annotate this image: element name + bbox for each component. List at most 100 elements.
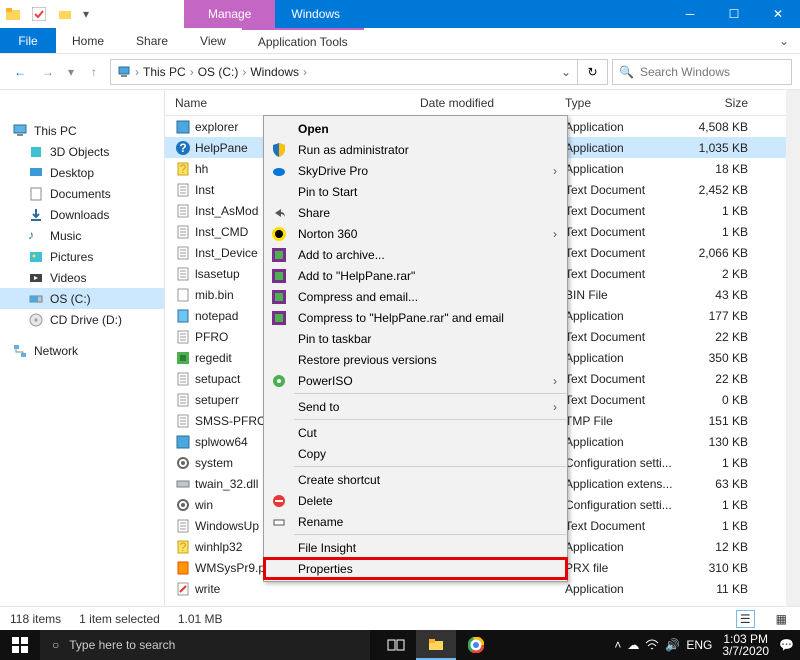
up-button[interactable]: ↑ [82, 60, 106, 84]
taskbar: ○Type here to search ˄ ☁ 🔊 ENG 1:03 PM3/… [0, 630, 800, 660]
sidebar-item-cddrive[interactable]: CD Drive (D:) [0, 309, 164, 330]
close-button[interactable]: ✕ [756, 0, 800, 28]
column-size[interactable]: Size [683, 96, 763, 110]
column-name[interactable]: Name [165, 96, 420, 110]
address-bar[interactable]: › This PC› OS (C:)› Windows› ⌄ [110, 59, 578, 85]
tray-notifications-icon[interactable]: 💬 [779, 638, 794, 652]
ribbon-tab-view[interactable]: View [184, 28, 242, 53]
tray-onedrive-icon[interactable]: ☁ [627, 638, 639, 652]
ctx-rename[interactable]: Rename [264, 511, 567, 532]
refresh-button[interactable]: ↻ [578, 59, 608, 85]
separator [294, 466, 566, 467]
ctx-add-to-helppane-rar[interactable]: Add to "HelpPane.rar" [264, 265, 567, 286]
ctx-pin-to-taskbar[interactable]: Pin to taskbar [264, 328, 567, 349]
tray-clock[interactable]: 1:03 PM3/7/2020 [718, 633, 773, 657]
ctx-run-as-admin[interactable]: Run as administrator [264, 139, 567, 160]
search-box[interactable]: 🔍 Search Windows [612, 59, 792, 85]
ribbon-tab-home[interactable]: Home [56, 28, 120, 53]
minimize-button[interactable]: ─ [668, 0, 712, 28]
ribbon-tab-application-tools[interactable]: Application Tools [242, 28, 364, 53]
ctx-compress-email[interactable]: Compress and email... [264, 286, 567, 307]
sidebar-item-videos[interactable]: Videos [0, 267, 164, 288]
chevron-right-icon: › [553, 227, 557, 241]
sidebar-item-downloads[interactable]: Downloads [0, 204, 164, 225]
ctx-share[interactable]: Share [264, 202, 567, 223]
pc-icon [117, 65, 131, 79]
ctx-norton-360[interactable]: Norton 360› [264, 223, 567, 244]
ctx-pin-to-start[interactable]: Pin to Start [264, 181, 567, 202]
tray-expand-icon[interactable]: ˄ [614, 638, 621, 652]
tray-language[interactable]: ENG [686, 638, 712, 652]
separator [294, 534, 566, 535]
breadcrumb-windows[interactable]: Windows [250, 65, 299, 79]
ctx-skydrive-pro[interactable]: SkyDrive Pro› [264, 160, 567, 181]
tray-wifi-icon[interactable] [645, 639, 659, 651]
breadcrumb-osc[interactable]: OS (C:) [198, 65, 239, 79]
ctx-copy[interactable]: Copy [264, 443, 567, 464]
chevron-right-icon: › [553, 164, 557, 178]
svg-text:?: ? [179, 141, 186, 155]
ctx-compress-helppane-email[interactable]: Compress to "HelpPane.rar" and email [264, 307, 567, 328]
task-view-icon[interactable] [376, 630, 416, 660]
svg-text:?: ? [180, 162, 187, 176]
maximize-button[interactable]: ☐ [712, 0, 756, 28]
status-bar: 118 items 1 item selected 1.01 MB ☰ ▦ [0, 606, 800, 630]
view-details-icon[interactable]: ☰ [736, 610, 755, 628]
status-selected: 1 item selected [79, 612, 160, 626]
ctx-restore-versions[interactable]: Restore previous versions [264, 349, 567, 370]
search-icon: 🔍 [619, 65, 634, 79]
context-menu: Open Run as administrator SkyDrive Pro› … [263, 115, 568, 582]
taskbar-search[interactable]: ○Type here to search [40, 630, 370, 660]
ctx-add-to-archive[interactable]: Add to archive... [264, 244, 567, 265]
qa-check-icon[interactable] [28, 3, 50, 25]
rename-icon [270, 513, 288, 531]
column-date[interactable]: Date modified [420, 96, 565, 110]
ribbon: File Home Share View Application Tools ⌄ [0, 28, 800, 54]
shield-icon [270, 141, 288, 159]
norton-icon [270, 225, 288, 243]
navigation-bar: ← → ▾ ↑ › This PC› OS (C:)› Windows› ⌄ ↻… [0, 54, 800, 90]
winrar-icon [270, 246, 288, 264]
column-headers: Name Date modified Type Size [165, 90, 800, 116]
ctx-properties[interactable]: Properties [264, 558, 567, 579]
ctx-cut[interactable]: Cut [264, 422, 567, 443]
contextual-tab-manage[interactable]: Manage [184, 0, 275, 28]
ctx-create-shortcut[interactable]: Create shortcut [264, 469, 567, 490]
sidebar-item-3d-objects[interactable]: 3D Objects [0, 141, 164, 162]
tray-volume-icon[interactable]: 🔊 [665, 638, 680, 652]
ctx-send-to[interactable]: Send to› [264, 396, 567, 417]
cloud-icon [270, 162, 288, 180]
sidebar-item-osc[interactable]: OS (C:) [0, 288, 164, 309]
sidebar-item-thispc[interactable]: This PC [0, 120, 164, 141]
ctx-open[interactable]: Open [264, 118, 567, 139]
ribbon-tab-file[interactable]: File [0, 28, 56, 53]
breadcrumb-thispc[interactable]: This PC [143, 65, 186, 79]
ctx-poweriso[interactable]: PowerISO› [264, 370, 567, 391]
scrollbar[interactable] [786, 90, 800, 630]
ribbon-expand-icon[interactable]: ⌄ [768, 28, 800, 53]
qa-folder-icon[interactable] [54, 3, 76, 25]
taskbar-chrome-icon[interactable] [456, 630, 496, 660]
start-button[interactable] [0, 630, 40, 660]
svg-text:?: ? [180, 540, 187, 554]
sidebar-item-network[interactable]: Network [0, 340, 164, 361]
sidebar-item-pictures[interactable]: Pictures [0, 246, 164, 267]
taskbar-explorer-icon[interactable] [416, 630, 456, 660]
sidebar-item-desktop[interactable]: Desktop [0, 162, 164, 183]
chevron-right-icon: › [553, 374, 557, 388]
sidebar-item-documents[interactable]: Documents [0, 183, 164, 204]
back-button[interactable]: ← [8, 60, 32, 84]
sidebar-item-music[interactable]: ♪Music [0, 225, 164, 246]
column-type[interactable]: Type [565, 96, 683, 110]
ctx-delete[interactable]: Delete [264, 490, 567, 511]
forward-button[interactable]: → [36, 60, 60, 84]
search-icon: ○ [52, 638, 59, 652]
status-item-count: 118 items [10, 612, 61, 626]
recent-dropdown[interactable]: ▾ [64, 60, 78, 84]
address-dropdown-icon[interactable]: ⌄ [561, 65, 571, 79]
ribbon-tab-share[interactable]: Share [120, 28, 184, 53]
ctx-file-insight[interactable]: File Insight [264, 537, 567, 558]
separator [294, 419, 566, 420]
view-large-icons-icon[interactable]: ▦ [773, 611, 790, 627]
qa-dropdown-icon[interactable]: ▾ [80, 3, 92, 25]
